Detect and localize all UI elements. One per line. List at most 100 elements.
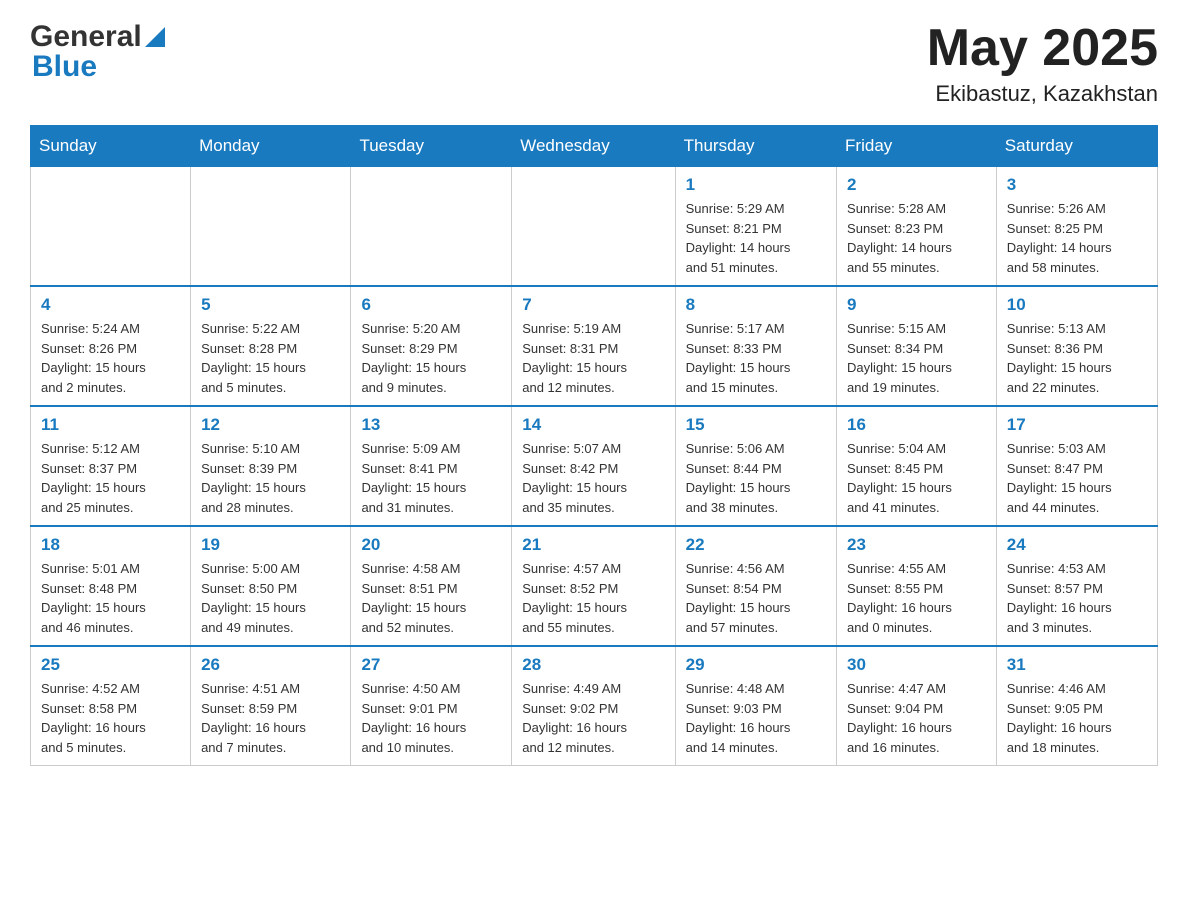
day-info: Sunrise: 5:17 AM Sunset: 8:33 PM Dayligh… [686,319,826,397]
day-info: Sunrise: 5:12 AM Sunset: 8:37 PM Dayligh… [41,439,180,517]
day-number: 9 [847,295,986,315]
day-number: 13 [361,415,501,435]
day-info: Sunrise: 5:09 AM Sunset: 8:41 PM Dayligh… [361,439,501,517]
day-info: Sunrise: 4:50 AM Sunset: 9:01 PM Dayligh… [361,679,501,757]
table-row: 27 Sunrise: 4:50 AM Sunset: 9:01 PM Dayli… [351,646,512,766]
table-row: 15Sunrise: 5:06 AM Sunset: 8:44 PM Dayli… [675,406,836,526]
col-wednesday: Wednesday [512,126,675,167]
day-number: 19 [201,535,340,555]
day-number: 10 [1007,295,1147,315]
day-info: Sunrise: 4:57 AM Sunset: 8:52 PM Dayligh… [522,559,664,637]
day-info: Sunrise: 5:28 AM Sunset: 8:23 PM Dayligh… [847,199,986,277]
logo-triangle-icon [145,25,165,52]
month-title: May 2025 [927,20,1158,77]
col-tuesday: Tuesday [351,126,512,167]
day-number: 23 [847,535,986,555]
day-info: Sunrise: 4:52 AM Sunset: 8:58 PM Dayligh… [41,679,180,757]
calendar-week-row: 25 Sunrise: 4:52 AM Sunset: 8:58 PM Dayli… [31,646,1158,766]
day-number: 22 [686,535,826,555]
day-info: Sunrise: 4:51 AM Sunset: 8:59 PM Dayligh… [201,679,340,757]
day-number: 3 [1007,175,1147,195]
table-row: 23Sunrise: 4:55 AM Sunset: 8:55 PM Dayli… [837,526,997,646]
day-number: 20 [361,535,501,555]
table-row: 22 Sunrise: 4:56 AM Sunset: 8:54 PM Dayli… [675,526,836,646]
day-info: Sunrise: 5:01 AM Sunset: 8:48 PM Dayligh… [41,559,180,637]
logo: General Blue [30,20,165,84]
table-row: 19Sunrise: 5:00 AM Sunset: 8:50 PM Dayli… [191,526,351,646]
calendar-table: Sunday Monday Tuesday Wednesday Thursday… [30,125,1158,766]
table-row [191,167,351,287]
day-info: Sunrise: 5:03 AM Sunset: 8:47 PM Dayligh… [1007,439,1147,517]
table-row: 3 Sunrise: 5:26 AM Sunset: 8:25 PM Daylig… [996,167,1157,287]
day-number: 1 [686,175,826,195]
day-info: Sunrise: 4:47 AM Sunset: 9:04 PM Dayligh… [847,679,986,757]
day-number: 11 [41,415,180,435]
day-info: Sunrise: 5:06 AM Sunset: 8:44 PM Dayligh… [686,439,826,517]
day-info: Sunrise: 4:48 AM Sunset: 9:03 PM Dayligh… [686,679,826,757]
day-info: Sunrise: 5:26 AM Sunset: 8:25 PM Dayligh… [1007,199,1147,277]
table-row: 17 Sunrise: 5:03 AM Sunset: 8:47 PM Dayli… [996,406,1157,526]
col-saturday: Saturday [996,126,1157,167]
col-thursday: Thursday [675,126,836,167]
table-row: 28Sunrise: 4:49 AM Sunset: 9:02 PM Dayli… [512,646,675,766]
day-info: Sunrise: 4:58 AM Sunset: 8:51 PM Dayligh… [361,559,501,637]
day-info: Sunrise: 4:46 AM Sunset: 9:05 PM Dayligh… [1007,679,1147,757]
table-row [31,167,191,287]
day-info: Sunrise: 4:56 AM Sunset: 8:54 PM Dayligh… [686,559,826,637]
table-row: 7 Sunrise: 5:19 AM Sunset: 8:31 PM Daylig… [512,286,675,406]
calendar-week-row: 11 Sunrise: 5:12 AM Sunset: 8:37 PM Dayli… [31,406,1158,526]
table-row: 2Sunrise: 5:28 AM Sunset: 8:23 PM Daylig… [837,167,997,287]
day-info: Sunrise: 5:07 AM Sunset: 8:42 PM Dayligh… [522,439,664,517]
day-info: Sunrise: 5:10 AM Sunset: 8:39 PM Dayligh… [201,439,340,517]
col-friday: Friday [837,126,997,167]
table-row: 20 Sunrise: 4:58 AM Sunset: 8:51 PM Dayli… [351,526,512,646]
table-row: 18 Sunrise: 5:01 AM Sunset: 8:48 PM Dayli… [31,526,191,646]
table-row: 1 Sunrise: 5:29 AM Sunset: 8:21 PM Daylig… [675,167,836,287]
day-number: 28 [522,655,664,675]
table-row: 30Sunrise: 4:47 AM Sunset: 9:04 PM Dayli… [837,646,997,766]
day-info: Sunrise: 5:20 AM Sunset: 8:29 PM Dayligh… [361,319,501,397]
day-info: Sunrise: 5:04 AM Sunset: 8:45 PM Dayligh… [847,439,986,517]
day-number: 31 [1007,655,1147,675]
table-row [512,167,675,287]
table-row [351,167,512,287]
table-row: 29Sunrise: 4:48 AM Sunset: 9:03 PM Dayli… [675,646,836,766]
table-row: 4 Sunrise: 5:24 AM Sunset: 8:26 PM Daylig… [31,286,191,406]
title-section: May 2025 Ekibastuz, Kazakhstan [927,20,1158,107]
day-number: 4 [41,295,180,315]
day-info: Sunrise: 5:15 AM Sunset: 8:34 PM Dayligh… [847,319,986,397]
day-number: 5 [201,295,340,315]
day-info: Sunrise: 5:24 AM Sunset: 8:26 PM Dayligh… [41,319,180,397]
table-row: 31 Sunrise: 4:46 AM Sunset: 9:05 PM Dayli… [996,646,1157,766]
table-row: 9 Sunrise: 5:15 AM Sunset: 8:34 PM Daylig… [837,286,997,406]
location: Ekibastuz, Kazakhstan [927,81,1158,107]
day-info: Sunrise: 5:22 AM Sunset: 8:28 PM Dayligh… [201,319,340,397]
logo-general-text: General [30,20,142,54]
logo-blue-text: Blue [32,50,97,83]
day-number: 8 [686,295,826,315]
day-number: 26 [201,655,340,675]
table-row: 16Sunrise: 5:04 AM Sunset: 8:45 PM Dayli… [837,406,997,526]
day-number: 21 [522,535,664,555]
day-number: 17 [1007,415,1147,435]
table-row: 24Sunrise: 4:53 AM Sunset: 8:57 PM Dayli… [996,526,1157,646]
day-info: Sunrise: 4:53 AM Sunset: 8:57 PM Dayligh… [1007,559,1147,637]
day-info: Sunrise: 5:19 AM Sunset: 8:31 PM Dayligh… [522,319,664,397]
table-row: 5 Sunrise: 5:22 AM Sunset: 8:28 PM Daylig… [191,286,351,406]
day-number: 12 [201,415,340,435]
table-row: 8 Sunrise: 5:17 AM Sunset: 8:33 PM Daylig… [675,286,836,406]
table-row: 14Sunrise: 5:07 AM Sunset: 8:42 PM Dayli… [512,406,675,526]
calendar-week-row: 1 Sunrise: 5:29 AM Sunset: 8:21 PM Daylig… [31,167,1158,287]
col-monday: Monday [191,126,351,167]
day-number: 7 [522,295,664,315]
table-row: 11 Sunrise: 5:12 AM Sunset: 8:37 PM Dayli… [31,406,191,526]
day-info: Sunrise: 5:29 AM Sunset: 8:21 PM Dayligh… [686,199,826,277]
table-row: 12 Sunrise: 5:10 AM Sunset: 8:39 PM Dayli… [191,406,351,526]
calendar-week-row: 4 Sunrise: 5:24 AM Sunset: 8:26 PM Daylig… [31,286,1158,406]
day-number: 27 [361,655,501,675]
table-row: 26 Sunrise: 4:51 AM Sunset: 8:59 PM Dayli… [191,646,351,766]
day-number: 18 [41,535,180,555]
table-row: 6Sunrise: 5:20 AM Sunset: 8:29 PM Daylig… [351,286,512,406]
day-number: 25 [41,655,180,675]
col-sunday: Sunday [31,126,191,167]
